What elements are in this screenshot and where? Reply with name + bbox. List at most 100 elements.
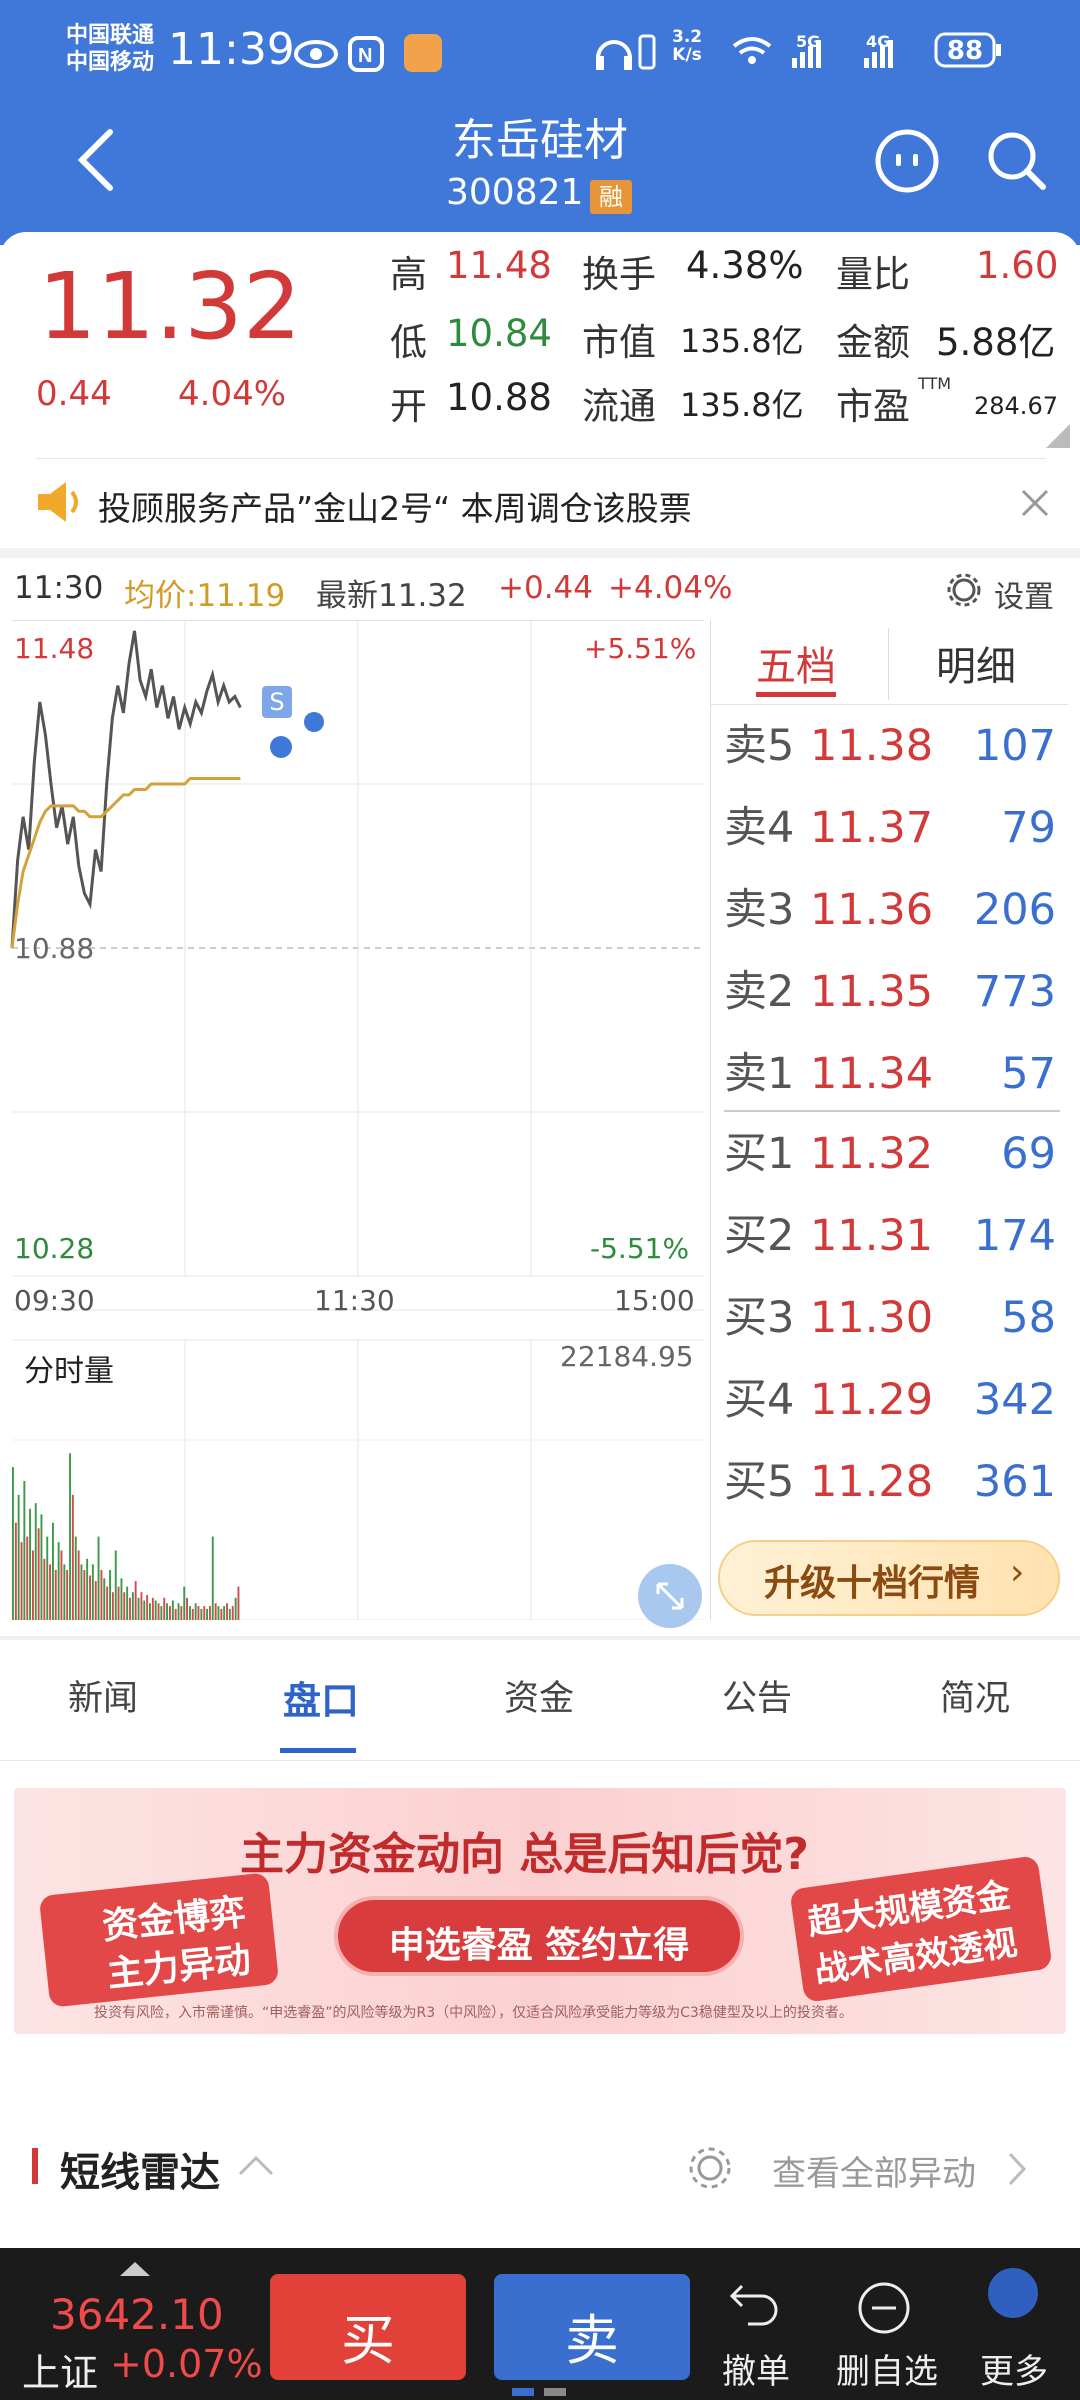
- volume-bar: [43, 1558, 46, 1620]
- asks-level-label: 卖5: [724, 721, 795, 771]
- undo-icon[interactable]: [728, 2282, 784, 2334]
- notice-text[interactable]: 投顾服务产品”金山2号“ 本周调仓该股票: [98, 482, 692, 530]
- asks-row[interactable]: 卖2 11.35 773: [722, 952, 1060, 1032]
- bids-price: 11.29: [810, 1375, 934, 1425]
- headphones-icon: [596, 40, 632, 70]
- time-mid: 11:30: [314, 1284, 395, 1317]
- remove-watchlist-icon[interactable]: [856, 2280, 912, 2336]
- volume-bar: [160, 1606, 163, 1620]
- gear-icon[interactable]: [686, 2144, 734, 2192]
- chart-top-price: 11.48: [14, 632, 95, 665]
- volume-bar: [29, 1508, 31, 1620]
- bids-row[interactable]: 买2 11.31 174: [722, 1196, 1060, 1276]
- bids-volume: 58: [1001, 1293, 1056, 1343]
- volume-bar: [140, 1592, 143, 1620]
- tab-capital[interactable]: 资金: [464, 1670, 614, 1721]
- asks-row[interactable]: 卖4 11.37 79: [722, 788, 1060, 868]
- bids-price: 11.32: [810, 1129, 934, 1179]
- sell-button[interactable]: 卖: [494, 2274, 690, 2380]
- remove-watchlist-label[interactable]: 删自选: [836, 2344, 938, 2393]
- upgrade-label: 升级十档行情: [764, 1563, 981, 1604]
- asks-price: 11.38: [810, 721, 934, 771]
- more-label[interactable]: 更多: [980, 2344, 1048, 2393]
- volume-bar: [209, 1606, 211, 1620]
- volume-bar: [163, 1597, 166, 1620]
- float-label: 流通: [582, 385, 656, 428]
- cancel-order-label[interactable]: 撤单: [722, 2344, 790, 2393]
- asks-price: 11.35: [810, 967, 934, 1017]
- volume-bar: [226, 1603, 228, 1620]
- tab-profile[interactable]: 简况: [900, 1670, 1050, 1721]
- tab-details[interactable]: 明细: [936, 634, 1016, 692]
- volume-bar: [63, 1564, 66, 1620]
- volume-bar: [228, 1608, 231, 1620]
- banner-right-badge: 超大规模资金 战术高效透视: [789, 1855, 1053, 2003]
- intraday-chart[interactable]: [0, 620, 712, 1620]
- bids-row[interactable]: 买1 11.32 69: [722, 1114, 1060, 1194]
- phone-icon: [638, 34, 656, 70]
- asks-level-label: 卖3: [724, 885, 795, 935]
- asks-row[interactable]: 卖1 11.34 57: [722, 1034, 1060, 1114]
- wifi-icon: [732, 37, 772, 64]
- volume-bar: [143, 1600, 146, 1620]
- volume-bar: [129, 1597, 131, 1620]
- status-time: 11:39: [168, 24, 295, 75]
- bids-row[interactable]: 买4 11.29 342: [722, 1360, 1060, 1440]
- asks-volume: 773: [973, 967, 1056, 1017]
- upgrade-button[interactable]: 升级十档行情 ›: [718, 1540, 1060, 1616]
- chevron-right-icon: ›: [1010, 1552, 1025, 1593]
- expand-corner-icon[interactable]: [1046, 424, 1070, 448]
- volume-bar: [220, 1608, 223, 1620]
- radar-title: 短线雷达: [60, 2150, 220, 2196]
- index-value[interactable]: 3642.10: [50, 2290, 224, 2339]
- volume-bar: [60, 1550, 63, 1620]
- asks-row[interactable]: 卖5 11.38 107: [722, 706, 1060, 786]
- caret-up-icon[interactable]: [118, 2260, 152, 2278]
- bids-level-label: 买4: [724, 1375, 795, 1425]
- settings-label[interactable]: 设置: [994, 572, 1054, 616]
- volume-bar: [86, 1558, 89, 1620]
- search-icon[interactable]: [986, 130, 1048, 192]
- volume-bar: [32, 1550, 34, 1620]
- volume-title: 分时量: [24, 1354, 114, 1389]
- radar-view-all-link[interactable]: 查看全部异动: [772, 2146, 976, 2195]
- turnover-label: 换手: [582, 253, 656, 296]
- close-icon[interactable]: [1020, 488, 1050, 518]
- index-name: 上证: [22, 2351, 99, 2395]
- volume-bar: [52, 1522, 54, 1620]
- volume-bar: [157, 1603, 160, 1620]
- volume-bar: [180, 1606, 183, 1620]
- tab-announcements[interactable]: 公告: [682, 1670, 832, 1721]
- bids-level-label: 买1: [724, 1129, 795, 1179]
- current-price: 11.32: [38, 253, 302, 360]
- volume-bar: [177, 1603, 180, 1620]
- high-label: 高: [390, 253, 427, 296]
- banner-disclaimer: 投资有风险，入市需谨慎。“申选睿盈”的风险等级为R3（中风险），仅适合风险承受能…: [94, 2005, 853, 2021]
- buy-button[interactable]: 买: [270, 2274, 466, 2380]
- tab-news[interactable]: 新闻: [28, 1670, 178, 1721]
- more-icon[interactable]: [988, 2268, 1038, 2318]
- vol-ratio-value: 1.60: [976, 244, 1059, 287]
- volume-bar: [154, 1600, 157, 1620]
- chart-mid-price: 10.88: [14, 932, 95, 965]
- bids-row[interactable]: 买3 11.30 58: [722, 1278, 1060, 1358]
- bids-volume: 69: [1001, 1129, 1056, 1179]
- bids-row[interactable]: 买5 11.28 361: [722, 1442, 1060, 1522]
- volume-bar: [74, 1536, 77, 1620]
- tab-five-levels[interactable]: 五档: [756, 634, 836, 692]
- chevron-up-icon[interactable]: [236, 2152, 276, 2178]
- chat-bot-icon[interactable]: [874, 128, 940, 194]
- asks-row[interactable]: 卖3 11.36 206: [722, 870, 1060, 950]
- volume-bar: [223, 1606, 226, 1620]
- pe-ttm-sup: TTM: [918, 374, 952, 393]
- volume-bar: [46, 1536, 49, 1620]
- gear-icon[interactable]: [946, 572, 982, 608]
- tab-market[interactable]: 盘口: [246, 1670, 396, 1725]
- ad-banner[interactable]: 主力资金动向 总是后知后觉? 资金博弈 主力异动 申选睿盈 签约立得 超大规模资…: [14, 1788, 1066, 2034]
- signal-marker[interactable]: S: [262, 686, 292, 718]
- banner-cta-button[interactable]: 申选睿盈 签约立得: [334, 1896, 744, 1976]
- volume-bar: [231, 1606, 234, 1620]
- fullscreen-button[interactable]: [638, 1564, 702, 1628]
- chart-avg: 均价:11.19: [124, 578, 286, 614]
- asks-volume: 57: [1001, 1049, 1056, 1099]
